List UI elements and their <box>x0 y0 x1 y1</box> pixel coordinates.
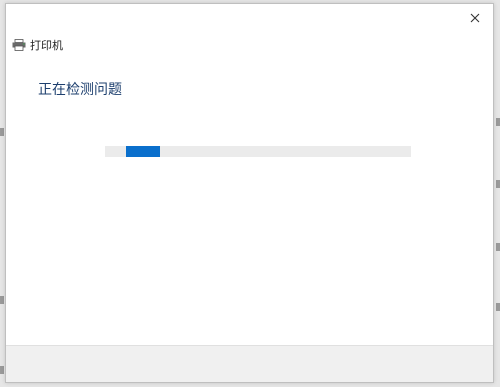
background-fragment <box>496 180 500 188</box>
background-fragment <box>496 243 500 251</box>
status-heading: 正在检测问题 <box>38 82 122 98</box>
close-icon <box>470 13 480 23</box>
background-fragment <box>0 128 4 136</box>
background-fragment <box>0 296 4 304</box>
dialog-title-bar: 打印机 <box>12 36 63 54</box>
progress-bar <box>105 146 411 157</box>
close-button[interactable] <box>461 6 489 30</box>
background-fragment <box>0 366 4 374</box>
printer-icon <box>12 39 26 51</box>
progress-indicator <box>126 146 160 157</box>
troubleshooter-dialog: 打印机 正在检测问题 <box>5 3 494 383</box>
background-fragment <box>496 118 500 126</box>
dialog-footer <box>6 345 493 382</box>
dialog-title: 打印机 <box>30 39 63 52</box>
background-fragment <box>496 303 500 311</box>
